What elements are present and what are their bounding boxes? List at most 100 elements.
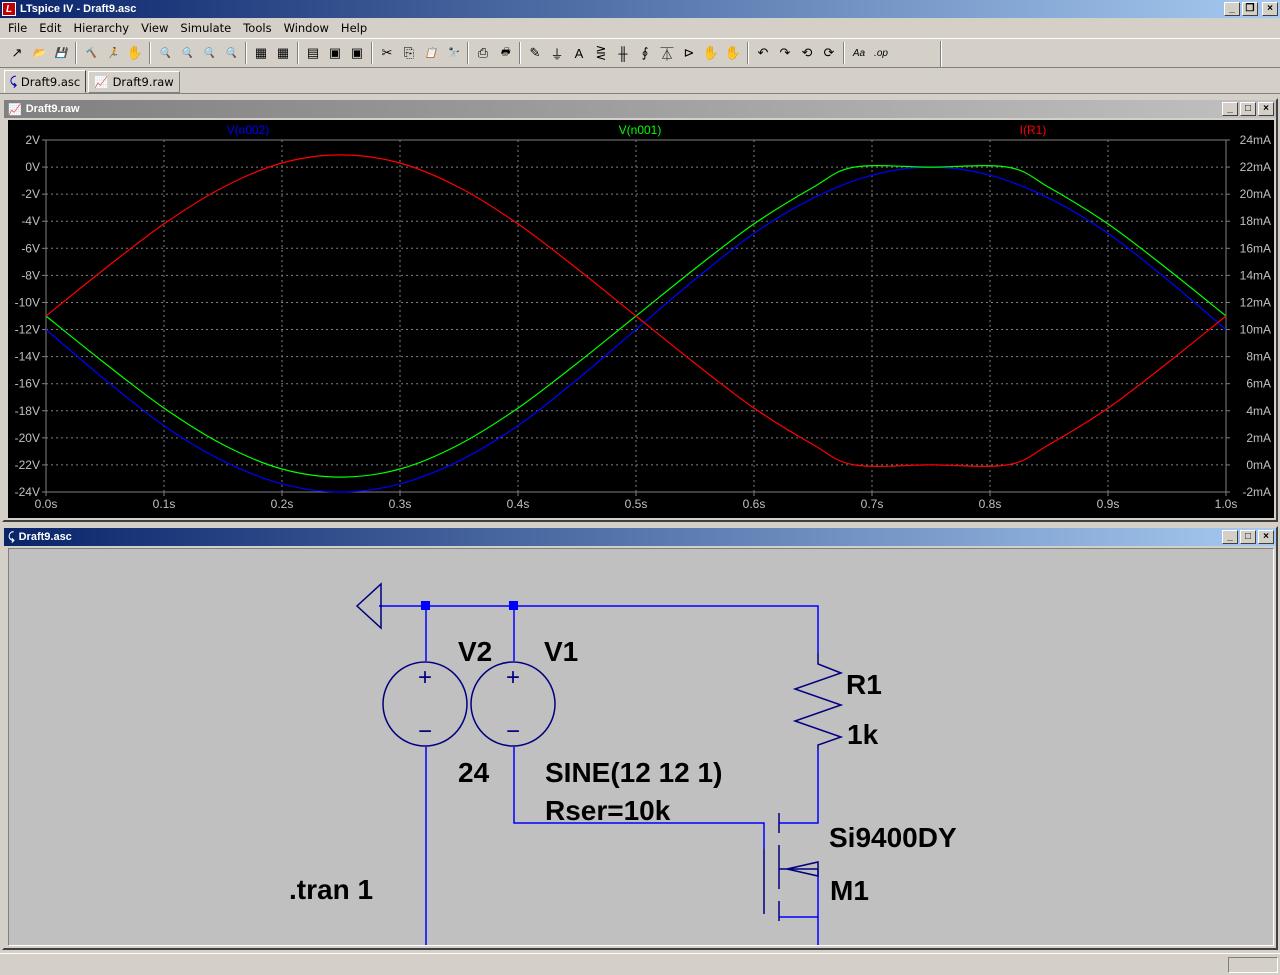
menu-hierarchy[interactable]: Hierarchy xyxy=(68,21,136,35)
r1-name[interactable]: R1 xyxy=(846,669,882,700)
resistor-icon[interactable]: ⋛ xyxy=(590,42,612,64)
print-icon[interactable]: 🖶 xyxy=(494,42,516,64)
schematic-maximize-button[interactable]: □ xyxy=(1240,530,1256,544)
maximize-button[interactable]: ❐ xyxy=(1242,2,1258,16)
ground-icon[interactable]: ⏚ xyxy=(546,42,568,64)
m1-model[interactable]: Si9400DY xyxy=(829,822,957,853)
title-bar: L LTspice IV - Draft9.asc _ ❐ × xyxy=(0,0,1280,18)
x-tick-label: 0.1s xyxy=(153,497,176,511)
zoom-out-icon[interactable]: 🔍 xyxy=(198,42,220,64)
zoom-fit-icon[interactable]: 🔍 xyxy=(220,42,242,64)
rotate-icon[interactable]: ⟲ xyxy=(796,42,818,64)
window-title: LTspice IV - Draft9.asc xyxy=(20,3,137,15)
tab-draft9-asc[interactable]: ⤹ Draft9.asc xyxy=(4,70,87,93)
spice-directive-icon[interactable]: .op xyxy=(870,42,892,64)
trace-label-vn001[interactable]: V(n001) xyxy=(619,123,662,137)
menu-edit[interactable]: Edit xyxy=(33,21,67,35)
menu-view[interactable]: View xyxy=(135,21,174,35)
spice-directive[interactable]: .tran 1 xyxy=(289,874,373,905)
waveform-maximize-button[interactable]: □ xyxy=(1240,102,1256,116)
v2-plus: + xyxy=(418,664,432,691)
trace-label-ir1[interactable]: I(R1) xyxy=(1020,123,1047,137)
drag-icon[interactable]: ✋ xyxy=(722,42,744,64)
close-button[interactable]: × xyxy=(1262,2,1278,16)
cut-icon[interactable]: ✂ xyxy=(376,42,398,64)
mosfet-m1[interactable] xyxy=(763,813,819,921)
schematic-minimize-button[interactable]: _ xyxy=(1222,530,1238,544)
menu-simulate[interactable]: Simulate xyxy=(174,21,237,35)
y-right-tick-label: 18mA xyxy=(1240,214,1271,228)
cascade-icon[interactable]: ▣ xyxy=(324,42,346,64)
copy-icon[interactable]: ⎘ xyxy=(398,42,420,64)
text-icon[interactable]: Aa xyxy=(848,42,870,64)
waveform-chart[interactable]: 0.0s 0.1s 0.2s 0.3s 0.4s 0.5s 0.6s 0.7s 0.8s 0.9s… xyxy=(8,120,1274,518)
y-right-tick-label: 2mA xyxy=(1246,431,1271,445)
capacitor-icon[interactable]: ╫ xyxy=(612,42,634,64)
grid-icon[interactable]: ▦ xyxy=(272,42,294,64)
voltage-source-v1[interactable]: + − xyxy=(470,661,556,747)
run-icon[interactable]: 🏃 xyxy=(102,42,124,64)
halt-icon[interactable]: ✋ xyxy=(124,42,146,64)
zoom-pan-icon[interactable]: 🔍 xyxy=(176,42,198,64)
v2-value[interactable]: 24 xyxy=(458,757,490,788)
v1-minus: − xyxy=(506,718,520,745)
waveform-minimize-button[interactable]: _ xyxy=(1222,102,1238,116)
m1-name[interactable]: M1 xyxy=(830,875,869,906)
r1-value[interactable]: 1k xyxy=(847,719,879,750)
y-left-tick-label: -12V xyxy=(15,323,40,337)
ground-symbol[interactable] xyxy=(355,582,382,630)
open-icon[interactable]: 📂 xyxy=(28,42,50,64)
label-net-icon[interactable]: A xyxy=(568,42,590,64)
diode-icon[interactable]: ⏄ xyxy=(656,42,678,64)
schematic-tab-icon: ⤹ xyxy=(10,74,17,88)
inductor-icon[interactable]: ∮ xyxy=(634,42,656,64)
status-panel xyxy=(1228,957,1278,973)
undo-icon[interactable]: ↶ xyxy=(752,42,774,64)
wire-source[interactable] xyxy=(779,916,819,954)
y-right-tick-label: 10mA xyxy=(1240,323,1271,337)
schematic-canvas[interactable]: + − + − V2 V1 24 SINE(12 12 1) Rser=10k … xyxy=(8,548,1274,955)
tab-draft9-raw[interactable]: 📈 Draft9.raw xyxy=(88,71,180,93)
print-setup-icon[interactable]: ⎙ xyxy=(472,42,494,64)
wire-top[interactable] xyxy=(379,605,819,653)
new-schematic-icon[interactable]: ↗ xyxy=(6,42,28,64)
menu-file[interactable]: File xyxy=(2,21,33,35)
waveform-close-button[interactable]: × xyxy=(1258,102,1274,116)
v2-name[interactable]: V2 xyxy=(458,636,492,667)
autorange-icon[interactable]: ▦ xyxy=(250,42,272,64)
y-right-tick-label: 8mA xyxy=(1246,350,1271,364)
schematic-window-title-bar[interactable]: ⤹ Draft9.asc _ □ × xyxy=(4,528,1276,546)
x-tick-label: 0.5s xyxy=(625,497,648,511)
voltage-source-v2[interactable]: + − xyxy=(382,661,468,747)
waveform-window-title-bar[interactable]: 📈 Draft9.raw _ □ × xyxy=(4,100,1276,118)
v1-name[interactable]: V1 xyxy=(544,636,578,667)
move-icon[interactable]: ✋ xyxy=(700,42,722,64)
tile-horizontal-icon[interactable]: ▤ xyxy=(302,42,324,64)
menu-window[interactable]: Window xyxy=(278,21,335,35)
redo-icon[interactable]: ↷ xyxy=(774,42,796,64)
zoom-in-icon[interactable]: 🔍 xyxy=(154,42,176,64)
x-tick-label: 0.6s xyxy=(743,497,766,511)
paste-icon[interactable]: 📋 xyxy=(420,42,442,64)
schematic-window[interactable]: ⤹ Draft9.asc _ □ × + − + − V2 V1 24 SINE… xyxy=(2,526,1278,955)
schematic-close-button[interactable]: × xyxy=(1258,530,1274,544)
tile-vertical-icon[interactable]: ▣ xyxy=(346,42,368,64)
resistor-r1[interactable] xyxy=(792,653,844,749)
schematic-drawing[interactable]: + − + − V2 V1 24 SINE(12 12 1) Rser=10k … xyxy=(9,549,1273,955)
waveform-plot[interactable]: 0.0s 0.1s 0.2s 0.3s 0.4s 0.5s 0.6s 0.7s 0.8s 0.9s… xyxy=(8,120,1274,518)
component-icon[interactable]: ⊳ xyxy=(678,42,700,64)
wire-r1-drain[interactable] xyxy=(779,749,819,824)
find-icon[interactable]: 🔭 xyxy=(442,42,464,64)
y-right-tick-label: 22mA xyxy=(1240,160,1271,174)
menu-help[interactable]: Help xyxy=(335,21,373,35)
v1-rser[interactable]: Rser=10k xyxy=(545,795,671,826)
v1-value[interactable]: SINE(12 12 1) xyxy=(545,757,722,788)
menu-tools[interactable]: Tools xyxy=(237,21,277,35)
control-panel-icon[interactable]: 🔨 xyxy=(80,42,102,64)
wire-icon[interactable]: ✎ xyxy=(524,42,546,64)
trace-label-vn002[interactable]: V(n002) xyxy=(227,123,270,137)
save-icon[interactable]: 💾 xyxy=(50,42,72,64)
mirror-icon[interactable]: ⟳ xyxy=(818,42,840,64)
minimize-button[interactable]: _ xyxy=(1224,2,1240,16)
waveform-window[interactable]: 📈 Draft9.raw _ □ × 0.0s 0.1s 0.2s 0.3s 0.4s 0… xyxy=(2,98,1278,522)
